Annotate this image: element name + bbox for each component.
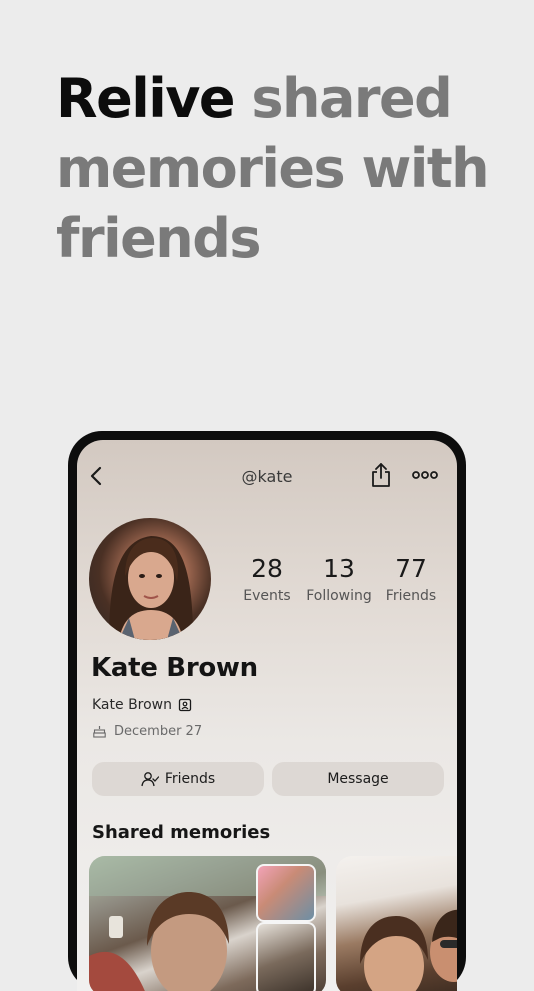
stat-label: Friends [385, 588, 437, 604]
memory-thumbnail[interactable] [256, 864, 316, 922]
stat-following[interactable]: 13 Following [306, 554, 372, 604]
user-check-icon [141, 772, 159, 787]
memory-card[interactable] [336, 856, 457, 991]
stat-value: 13 [323, 554, 355, 583]
avatar-photo [109, 536, 193, 640]
contact-name-row: Kate Brown [92, 697, 192, 713]
message-button[interactable]: Message [272, 762, 444, 796]
share-icon[interactable] [369, 461, 393, 489]
avatar[interactable] [89, 518, 211, 640]
contact-name: Kate Brown [92, 697, 173, 713]
profile-handle: @kate [241, 467, 293, 486]
friends-button[interactable]: Friends [92, 762, 264, 796]
cake-icon [93, 726, 106, 738]
stat-value: 28 [251, 554, 283, 583]
profile-name: Kate Brown [91, 653, 258, 683]
phone-frame: @kate 28 Events 13 Following 77 Friends … [68, 431, 466, 991]
friends-button-label: Friends [164, 771, 216, 787]
stat-events[interactable]: 28 Events [235, 554, 299, 604]
birthday-date: December 27 [114, 724, 203, 739]
more-horizontal-icon[interactable] [411, 466, 439, 484]
stat-friends[interactable]: 77 Friends [379, 554, 443, 604]
top-bar: @kate [77, 460, 457, 494]
profile-stats: 28 Events 13 Following 77 Friends [235, 554, 443, 604]
message-button-label: Message [327, 771, 389, 787]
contact-card-icon [178, 698, 192, 712]
shared-memories-title: Shared memories [92, 822, 271, 843]
stat-label: Events [243, 588, 291, 604]
stat-label: Following [306, 588, 372, 604]
memory-thumbnail[interactable] [256, 922, 316, 991]
profile-screen: @kate 28 Events 13 Following 77 Friends … [77, 440, 457, 991]
birthday-row: December 27 [93, 724, 202, 739]
headline-strong: Relive [56, 67, 236, 130]
memory-photo [360, 909, 457, 991]
memory-card[interactable] [89, 856, 326, 991]
stat-value: 77 [395, 554, 427, 583]
promo-headline: Relive shared memories with friends [56, 64, 496, 274]
